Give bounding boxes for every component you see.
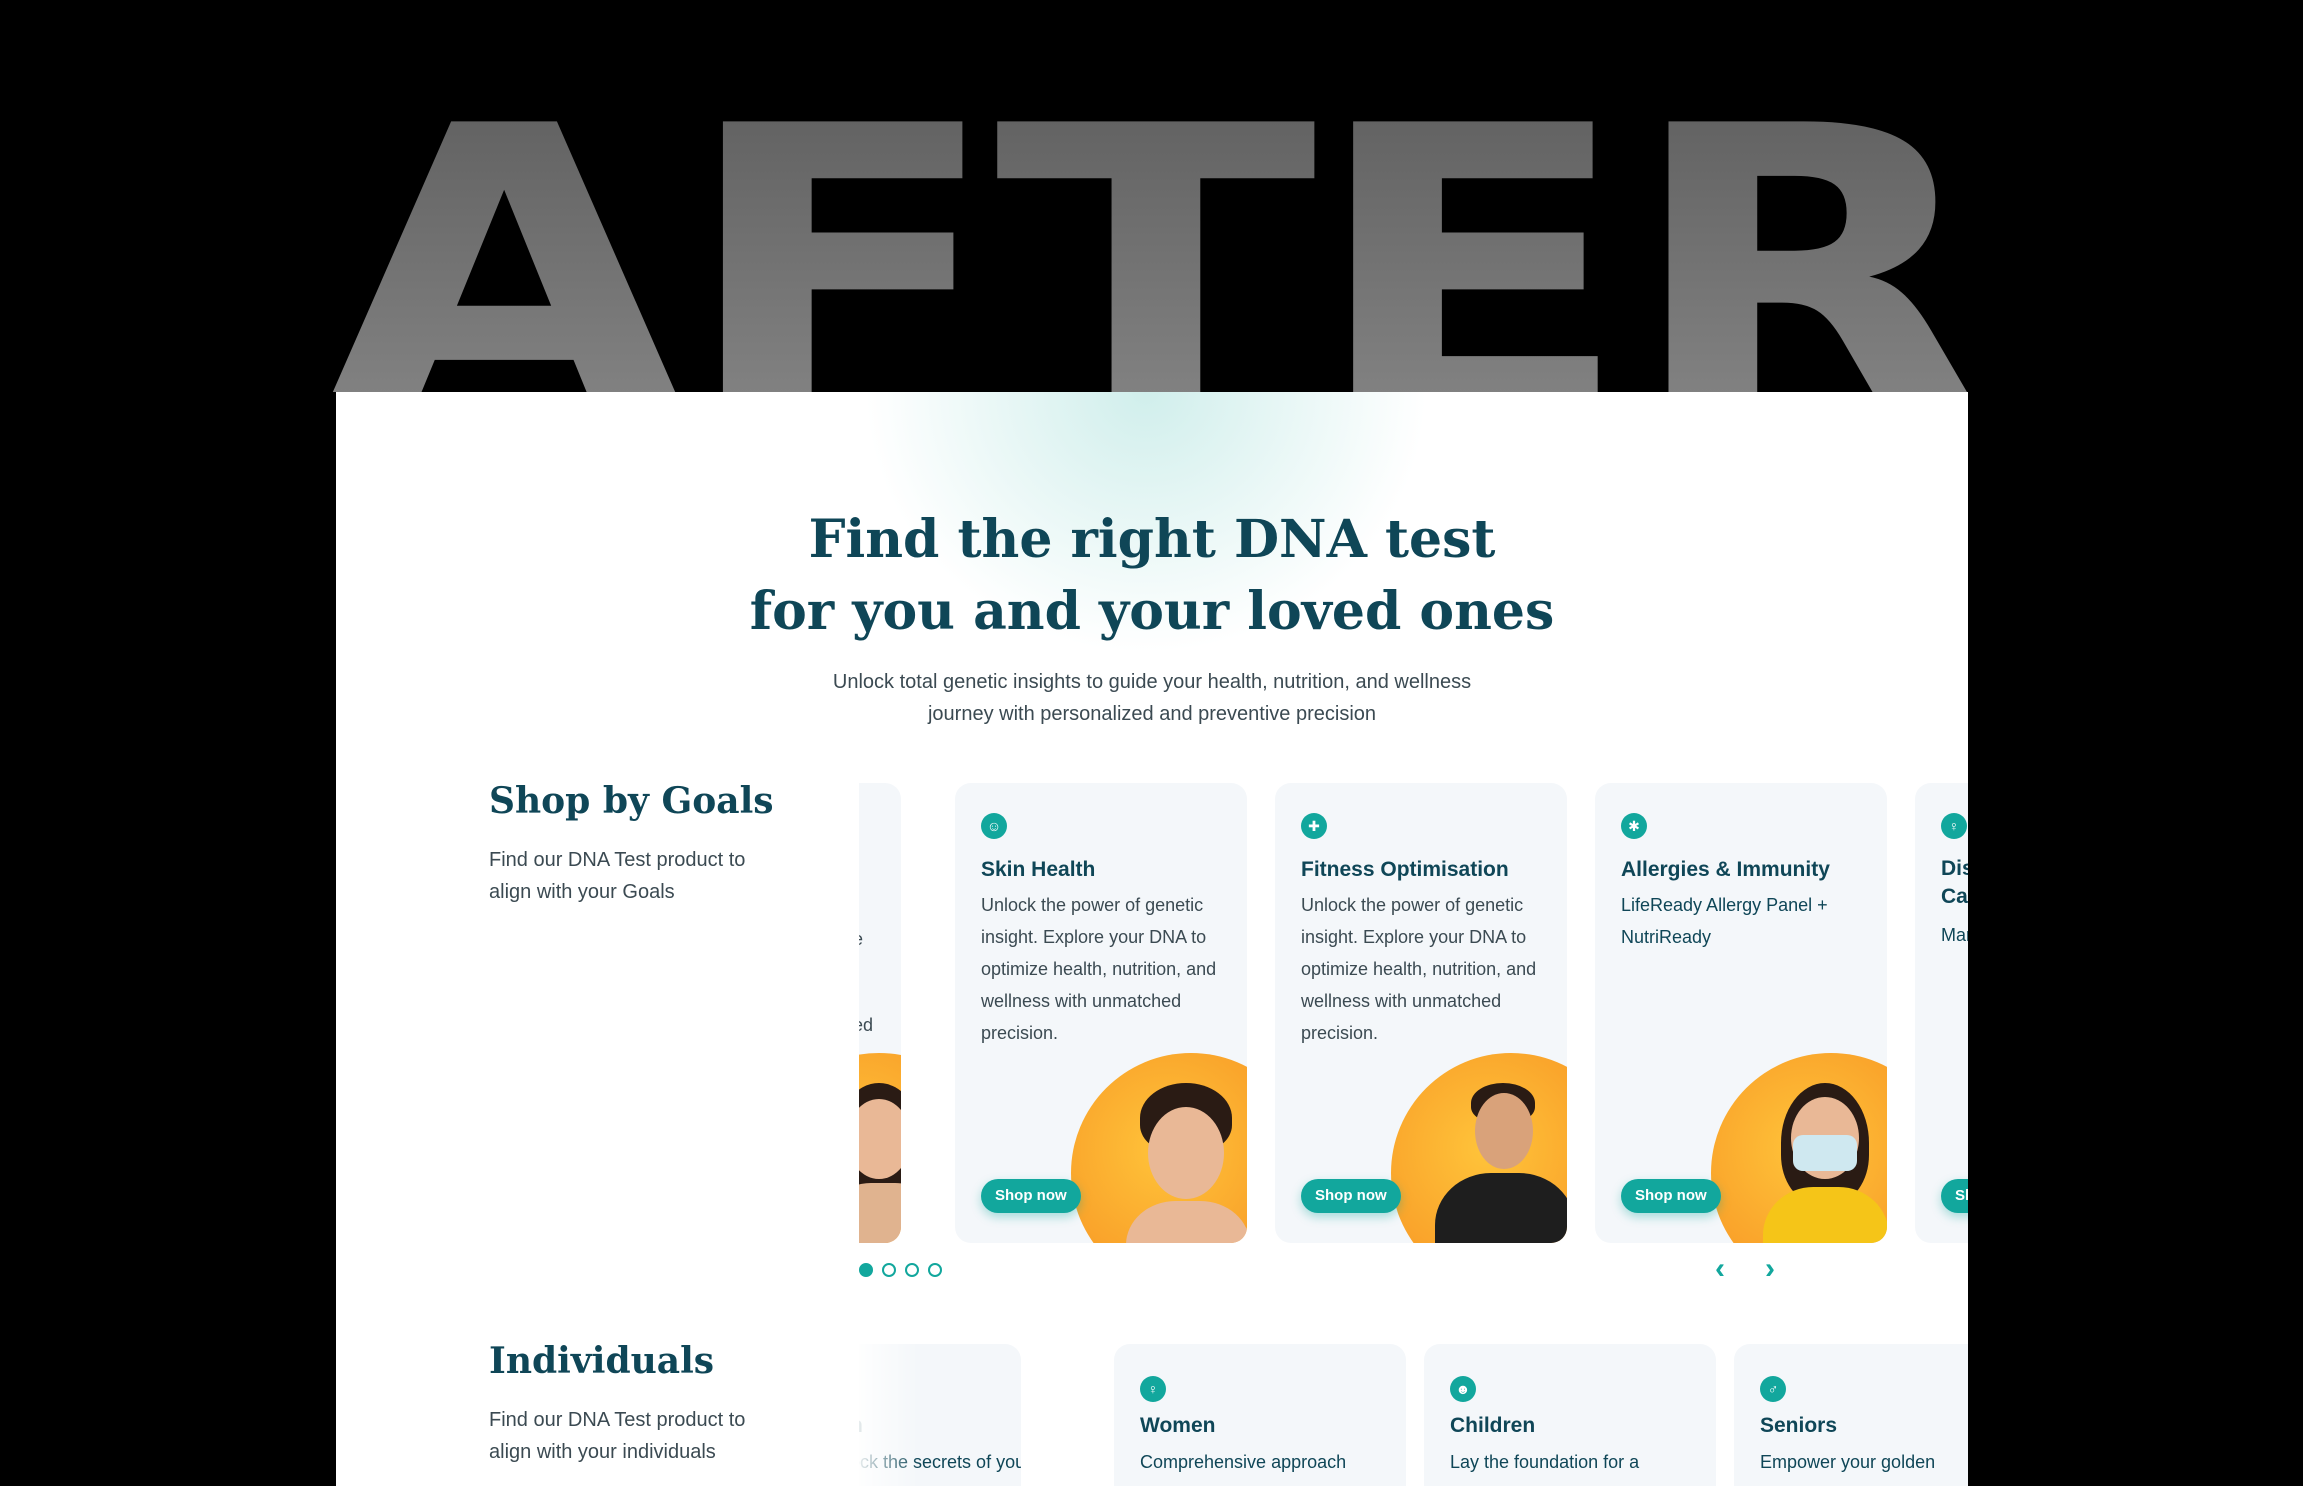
- goal-card-desc: Unlock the power of genetic insight. Exp…: [1301, 895, 1537, 1043]
- individuals-carousel[interactable]: n ock the secrets of your ♀ Women Compre…: [859, 1344, 1968, 1486]
- individual-card-seniors[interactable]: ♂ Seniors Empower your golden: [1734, 1344, 1968, 1486]
- card-photo-fitness: [1391, 1053, 1567, 1243]
- individual-card-men[interactable]: n ock the secrets of your: [859, 1344, 1021, 1486]
- card-photo-woman-apple: [859, 1053, 901, 1243]
- pagination-dot-2[interactable]: [882, 1263, 896, 1277]
- carousel-prev-button[interactable]: ‹: [1705, 1254, 1735, 1284]
- goal-card-partial[interactable]: e ed: [859, 783, 901, 1243]
- shop-now-button[interactable]: Shop now: [981, 1179, 1081, 1213]
- hero-title-line2: for you and your loved ones: [749, 581, 1555, 642]
- card-photo-skin: [1071, 1053, 1247, 1243]
- pagination-dot-4[interactable]: [928, 1263, 942, 1277]
- shop-now-button[interactable]: Sh: [1941, 1179, 1968, 1213]
- hero-title-line1: Find the right DNA test: [808, 509, 1496, 570]
- shop-now-button[interactable]: Shop now: [1301, 1179, 1401, 1213]
- goal-card-title: Allergies & Immunity: [1621, 858, 1830, 881]
- face-icon: ☺: [981, 813, 1007, 839]
- after-banner-text: AFTER: [321, 76, 1988, 393]
- virus-icon: ✱: [1621, 813, 1647, 839]
- goal-card-skin-health[interactable]: ☺ Skin Health Unlock the power of geneti…: [955, 783, 1247, 1243]
- goal-card-fitness[interactable]: ✚ Fitness Optimisation Unlock the power …: [1275, 783, 1567, 1243]
- goals-title: Shop by Goals: [489, 780, 774, 822]
- individuals-desc: Find our DNA Test product to align with …: [489, 1409, 746, 1463]
- hero-subtitle: Unlock total genetic insights to guide y…: [336, 666, 1968, 730]
- hero-title: Find the right DNA test for you and your…: [336, 504, 1968, 648]
- individual-card-children[interactable]: ☻ Children Lay the foundation for a: [1424, 1344, 1716, 1486]
- shop-now-button[interactable]: Shop now: [1621, 1179, 1721, 1213]
- individual-card-title: Children: [1450, 1414, 1536, 1437]
- page-panel: Find the right DNA test for you and your…: [336, 392, 1968, 1486]
- goal-card-title: Fitness Optimisation: [1301, 858, 1509, 881]
- goal-card-desc: Mar: [1941, 925, 1968, 945]
- goal-card-disease[interactable]: ♀ Dis Car Mar Sh: [1915, 783, 1968, 1243]
- hero-subtitle-line1: Unlock total genetic insights to guide y…: [832, 671, 1472, 693]
- goal-card-allergies[interactable]: ✱ Allergies & Immunity LifeReady Allergy…: [1595, 783, 1887, 1243]
- dumbbell-icon: ✚: [1301, 813, 1327, 839]
- after-banner: AFTER: [0, 70, 2303, 393]
- goal-card-desc: Unlock the power of genetic insight. Exp…: [981, 895, 1217, 1043]
- partial-card-text-2: ed: [859, 1015, 874, 1035]
- goal-card-desc: LifeReady Allergy Panel + NutriReady: [1621, 895, 1828, 947]
- woman-icon: ♀: [1140, 1376, 1166, 1402]
- individual-card-women[interactable]: ♀ Women Comprehensive approach: [1114, 1344, 1406, 1486]
- pagination-dot-1[interactable]: [859, 1263, 873, 1277]
- individual-card-desc: Empower your golden: [1760, 1452, 1936, 1472]
- seniors-icon: ♂: [1760, 1376, 1786, 1402]
- ribbon-icon: ♀: [1941, 813, 1967, 839]
- partial-card-text-1: e: [859, 923, 893, 955]
- individual-card-title: Women: [1140, 1414, 1216, 1437]
- goal-card-title: Skin Health: [981, 858, 1096, 881]
- hero-subtitle-line2: journey with personalized and preventive…: [927, 703, 1377, 725]
- card-photo-allergies: [1711, 1053, 1887, 1243]
- goal-card-title: Dis Car: [1941, 857, 1968, 908]
- individual-card-title: Seniors: [1760, 1414, 1838, 1437]
- carousel-next-button[interactable]: ›: [1755, 1254, 1785, 1284]
- pagination-dot-3[interactable]: [905, 1263, 919, 1277]
- child-icon: ☻: [1450, 1376, 1476, 1402]
- individuals-title: Individuals: [489, 1340, 715, 1382]
- individual-card-desc: Lay the foundation for a: [1450, 1452, 1640, 1472]
- goals-carousel[interactable]: e ed ☺ Skin Health Unlock the power of g…: [859, 783, 1968, 1245]
- goals-desc: Find our DNA Test product to align with …: [489, 849, 746, 903]
- individual-card-desc: Comprehensive approach: [1140, 1452, 1347, 1472]
